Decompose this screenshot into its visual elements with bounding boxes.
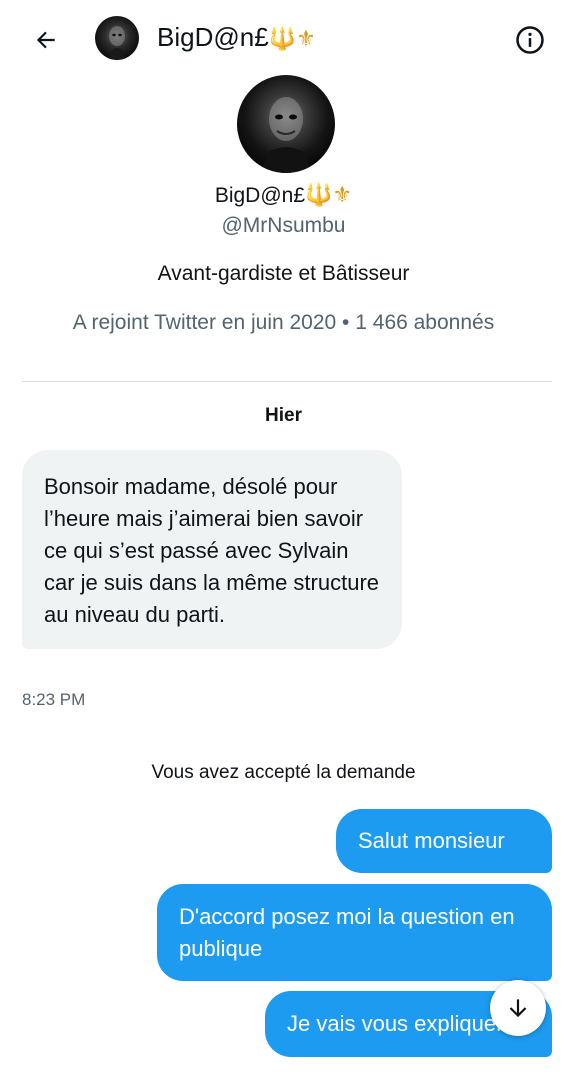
- info-circle-icon: [516, 26, 544, 54]
- outgoing-message[interactable]: D'accord posez moi la question en publiq…: [157, 884, 552, 981]
- incoming-message[interactable]: Bonsoir madame, désolé pour l’heure mais…: [22, 450, 402, 649]
- message-timestamp: 8:23 PM: [22, 690, 86, 709]
- scroll-to-bottom-button[interactable]: [490, 980, 546, 1036]
- arrow-left-icon: [36, 31, 55, 49]
- conversation-header: BigD@n£🔱⚜: [0, 0, 567, 76]
- divider: [22, 381, 552, 382]
- info-button[interactable]: [510, 20, 550, 60]
- profile-name-emoji: 🔱⚜: [305, 182, 353, 207]
- header-title[interactable]: BigD@n£🔱⚜: [157, 22, 316, 53]
- avatar-image: [109, 26, 125, 60]
- arrow-down-icon: [509, 999, 527, 1018]
- profile-avatar-image: [261, 97, 311, 173]
- profile-name-text: BigD@n£: [214, 184, 306, 207]
- header-name-text: BigD@n£: [157, 22, 269, 52]
- profile-name: BigD@n£🔱⚜: [0, 182, 567, 208]
- date-separator: Hier: [265, 405, 302, 426]
- profile-avatar[interactable]: [237, 75, 335, 173]
- profile-bio: Avant-gardiste et Bâtisseur: [157, 262, 410, 285]
- profile-meta: A rejoint Twitter en juin 2020 • 1 466 a…: [72, 311, 495, 334]
- system-notice: Vous avez accepté la demande: [151, 762, 416, 783]
- profile-handle[interactable]: @MrNsumbu: [0, 214, 567, 238]
- avatar[interactable]: [95, 16, 139, 60]
- header-name-emoji: 🔱⚜: [268, 26, 316, 51]
- outgoing-message[interactable]: Salut monsieur: [336, 809, 552, 873]
- back-button[interactable]: [26, 20, 66, 60]
